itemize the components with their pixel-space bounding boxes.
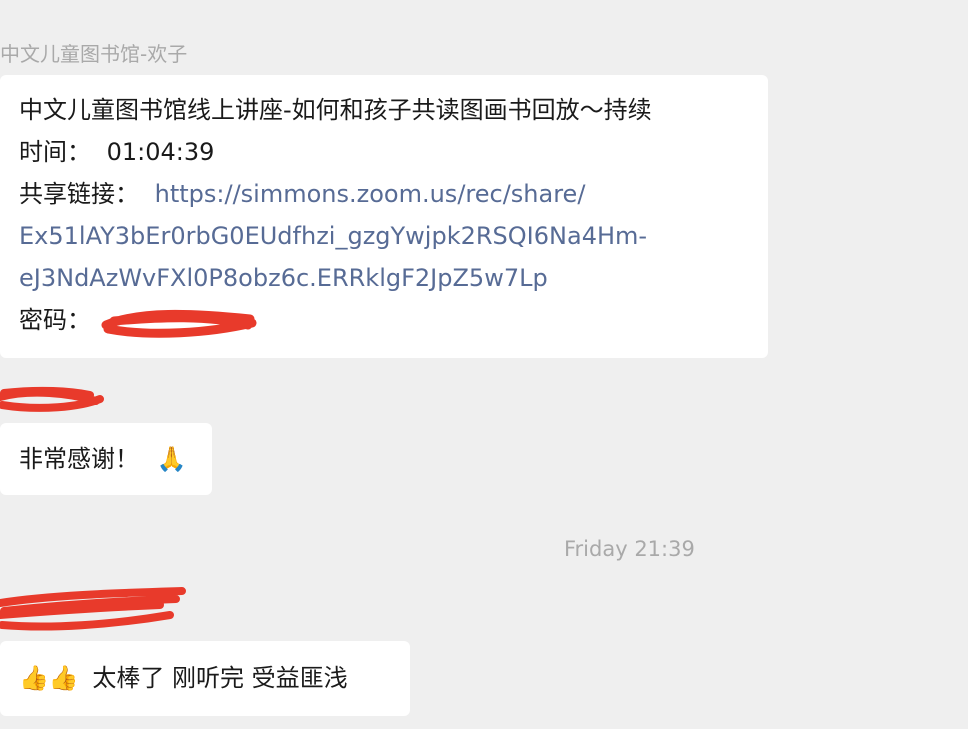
message-text-row: 👍👍 太棒了 刚听完 受益匪浅	[19, 657, 410, 699]
link-label: 共享链接：	[19, 180, 139, 208]
duration-row: 时间： 01:04:39	[19, 131, 768, 173]
message-text-row: 非常感谢！ 🙏	[19, 438, 212, 480]
thumbs-up-icon: 👍👍	[19, 664, 79, 692]
sender-name: 中文儿童图书馆-欢子	[0, 42, 188, 66]
message-text: 非常感谢！	[19, 445, 139, 473]
password-label: 密码：	[19, 306, 91, 334]
share-link-part-2[interactable]: Ex51lAY3bEr0rbG0EUdfhzi_gzgYwjpk2RSQI6Na…	[19, 215, 768, 257]
time-value: 01:04:39	[106, 138, 215, 166]
redacted-sender-name	[0, 386, 104, 412]
time-label: 时间：	[19, 138, 91, 166]
share-link-part-1[interactable]: https://simmons.zoom.us/rec/share/	[155, 180, 586, 208]
share-link-part-3[interactable]: eJ3NdAzWvFXl0P8obz6c.ERRklgF2JpZ5w7Lp	[19, 257, 768, 299]
message-bubble[interactable]: 非常感谢！ 🙏	[0, 423, 212, 495]
password-row: 密码：	[19, 299, 768, 341]
pray-hands-icon: 🙏	[156, 445, 187, 473]
message-text: 太棒了 刚听完 受益匪浅	[92, 664, 348, 692]
message-title: 中文儿童图书馆线上讲座-如何和孩子共读图画书回放～持续	[19, 96, 652, 124]
message-bubble[interactable]: 👍👍 太棒了 刚听完 受益匪浅	[0, 641, 410, 716]
message-bubble[interactable]: 中文儿童图书馆线上讲座-如何和孩子共读图画书回放～持续 时间： 01:04:39…	[0, 75, 768, 358]
timestamp: Friday 21:39	[564, 537, 695, 561]
redacted-sender-name	[0, 587, 186, 631]
chat-window: 中文儿童图书馆-欢子 中文儿童图书馆线上讲座-如何和孩子共读图画书回放～持续 时…	[0, 0, 968, 729]
link-row: 共享链接： https://simmons.zoom.us/rec/share/	[19, 173, 768, 215]
